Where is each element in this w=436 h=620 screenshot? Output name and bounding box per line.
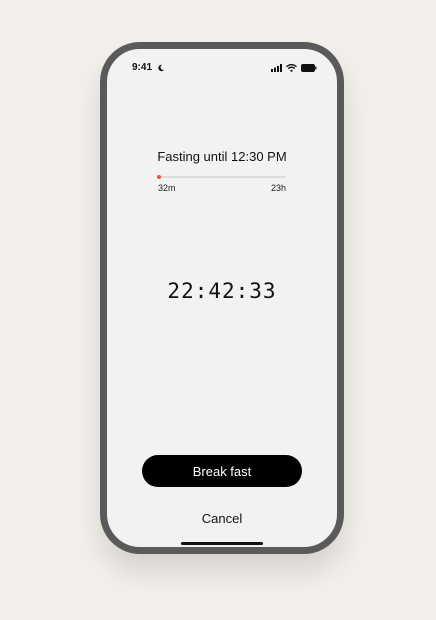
progress-elapsed-label: 32m bbox=[158, 183, 176, 193]
home-indicator[interactable] bbox=[181, 542, 263, 545]
break-fast-button[interactable]: Break fast bbox=[142, 455, 302, 487]
cancel-button[interactable]: Cancel bbox=[107, 511, 337, 526]
signal-icon bbox=[271, 64, 282, 72]
progress-total-label: 23h bbox=[270, 183, 286, 193]
app-screen: 9:41 Fasting until 12:30 PM 32m 23h 22:4… bbox=[107, 49, 337, 547]
phone-frame: 9:41 Fasting until 12:30 PM 32m 23h 22:4… bbox=[100, 42, 344, 554]
battery-icon bbox=[301, 64, 317, 72]
status-bar: 9:41 bbox=[107, 61, 337, 75]
wifi-icon bbox=[286, 64, 297, 72]
fasting-progress-bar bbox=[158, 176, 286, 178]
progress-marker bbox=[157, 175, 161, 179]
fasting-title: Fasting until 12:30 PM bbox=[157, 149, 287, 164]
status-time: 9:41 bbox=[132, 62, 153, 73]
countdown-timer: 22:42:33 bbox=[167, 279, 277, 303]
status-icons bbox=[271, 63, 317, 73]
moon-icon bbox=[158, 64, 165, 72]
